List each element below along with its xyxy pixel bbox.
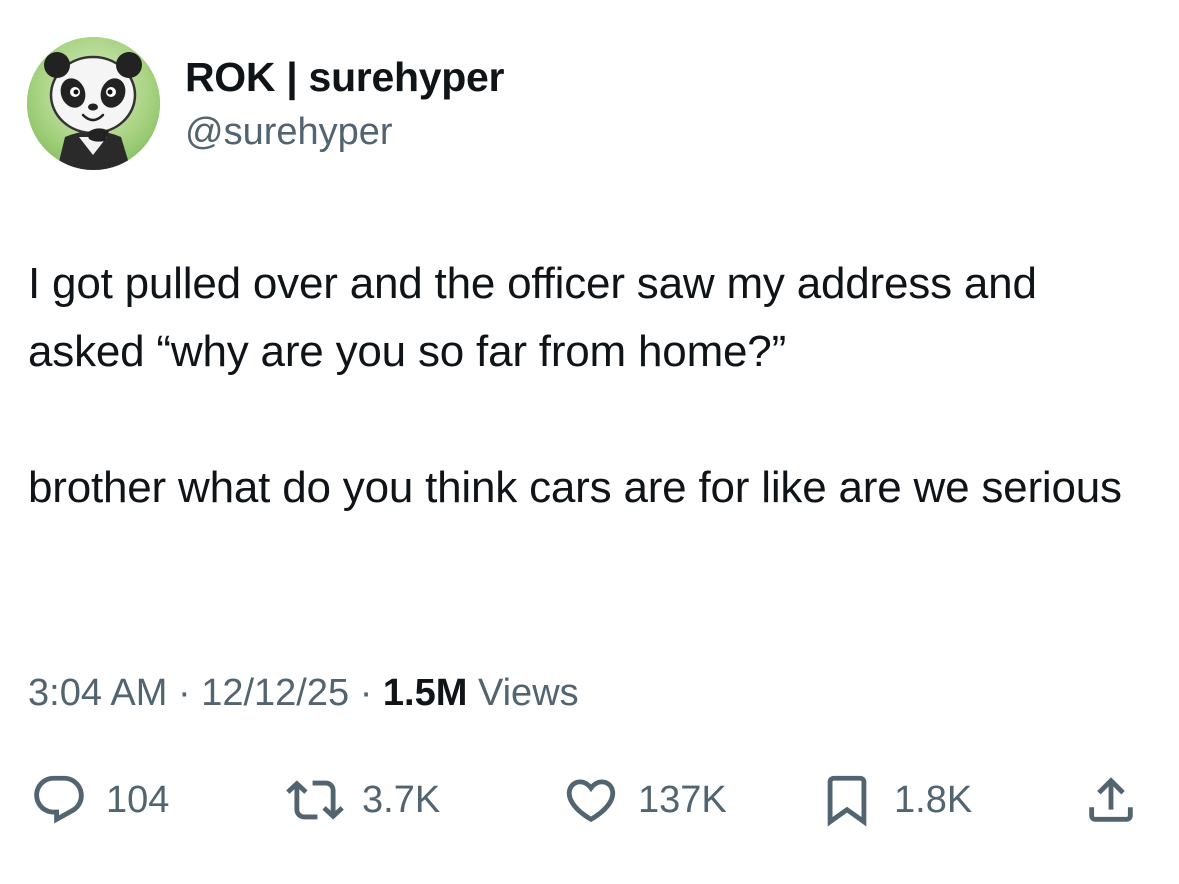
tweet-text: I got pulled over and the officer saw my… — [28, 250, 1158, 522]
retweet-button[interactable]: 3.7K — [286, 760, 440, 840]
like-count: 137K — [638, 778, 727, 821]
views-label: Views — [477, 672, 579, 714]
action-bar: 104 3.7K 137K 1.8K — [0, 760, 1179, 840]
user-handle[interactable]: @surehyper — [185, 111, 393, 154]
avatar[interactable] — [27, 37, 160, 170]
like-button[interactable]: 137K — [562, 760, 727, 840]
tweet-paragraph: I got pulled over and the officer saw my… — [28, 259, 1049, 376]
tweet-date[interactable]: 12/12/25 — [201, 672, 349, 714]
share-icon — [1089, 777, 1133, 822]
reply-count: 104 — [106, 778, 170, 821]
reply-icon — [34, 775, 84, 824]
meta-separator: · — [177, 672, 191, 714]
display-name[interactable]: ROK | surehyper — [185, 54, 504, 101]
views-count[interactable]: 1.5M — [383, 672, 467, 714]
retweet-count: 3.7K — [362, 778, 441, 821]
bookmark-icon — [827, 775, 867, 827]
meta-separator: · — [359, 672, 373, 714]
bookmark-count: 1.8K — [894, 778, 973, 821]
heart-icon — [566, 779, 616, 823]
retweet-icon — [286, 780, 344, 820]
reply-button[interactable]: 104 — [30, 760, 169, 840]
share-button[interactable] — [1082, 760, 1140, 840]
panda-avatar-icon — [27, 37, 160, 170]
tweet-metadata: 3:04 AM · 12/12/25 · 1.5M Views — [28, 672, 579, 715]
tweet-paragraph: brother what do you think cars are for l… — [28, 463, 1122, 512]
bookmark-button[interactable]: 1.8K — [818, 760, 972, 840]
tweet: ROK | surehyper @surehyper I got pulled … — [0, 0, 1179, 884]
tweet-time[interactable]: 3:04 AM — [28, 672, 167, 714]
